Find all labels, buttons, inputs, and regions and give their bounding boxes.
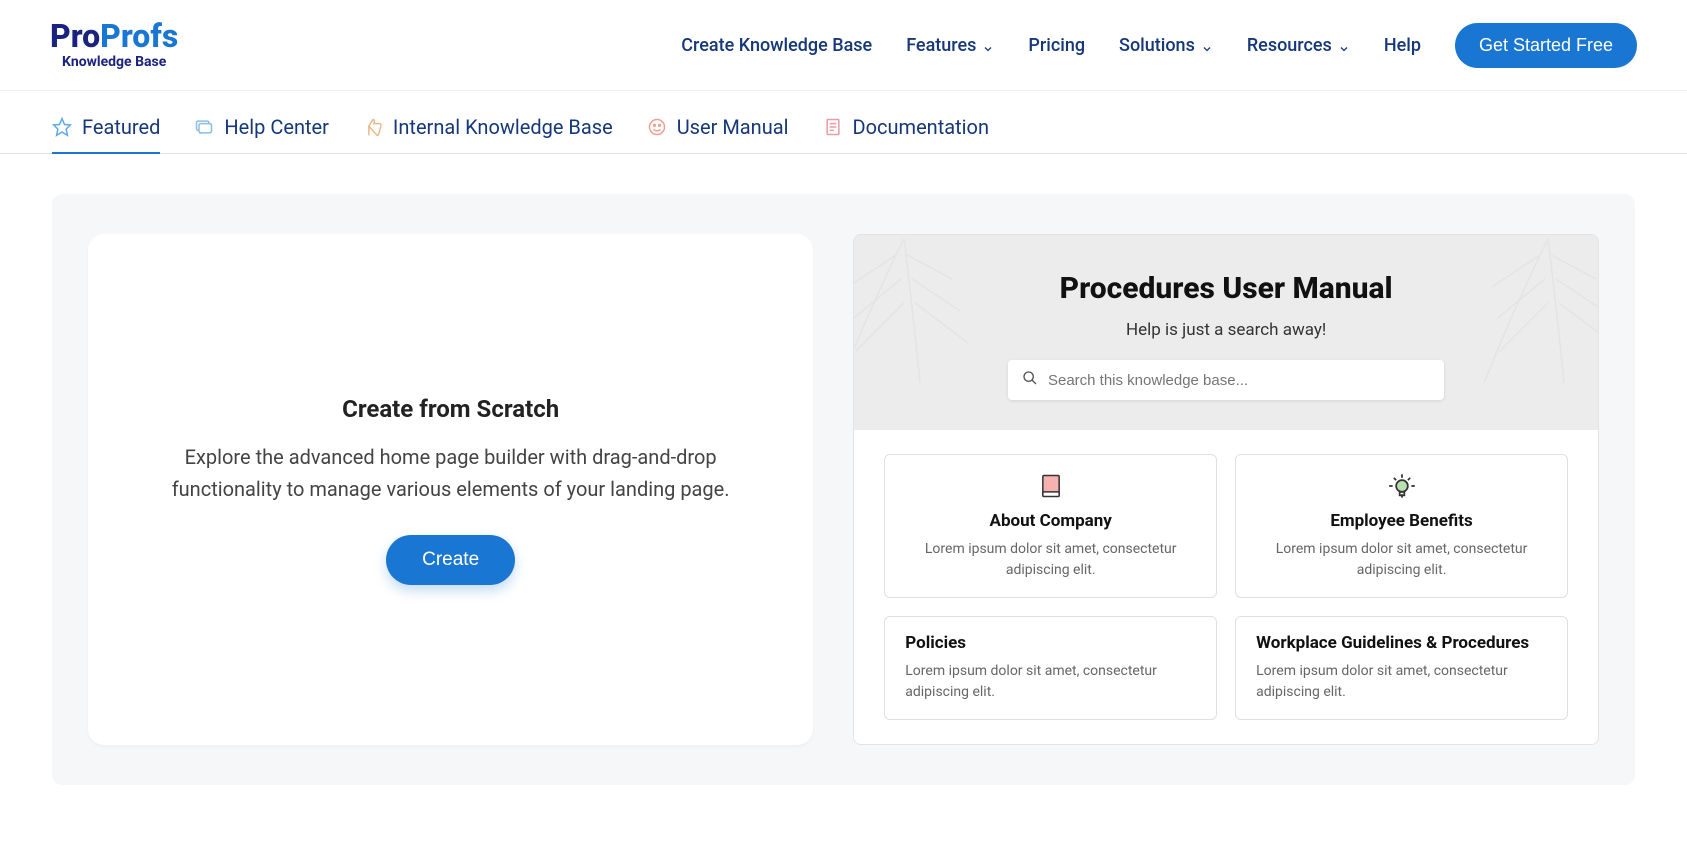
nav-create-kb[interactable]: Create Knowledge Base [681,35,872,56]
top-nav: ProProfs Knowledge Base Create Knowledge… [0,0,1687,91]
nav-resources[interactable]: Resources [1247,35,1350,56]
nav-features[interactable]: Features [906,35,994,56]
nav-features-label: Features [906,35,976,56]
star-icon [52,117,72,137]
tab-documentation[interactable]: Documentation [823,115,990,153]
tab-documentation-label: Documentation [853,115,990,139]
tab-featured-label: Featured [82,115,160,139]
nav-help[interactable]: Help [1384,35,1421,56]
nav-create-kb-label: Create Knowledge Base [681,35,872,56]
tab-user-manual-label: User Manual [677,115,789,139]
logo-part2: Profs [100,17,178,55]
preview-card-title: Employee Benefits [1256,511,1547,531]
smile-icon [647,117,667,137]
preview-subtitle: Help is just a search away! [874,320,1578,340]
chevron-down-icon [1201,39,1213,51]
template-tabs: Featured Help Center Internal Knowledge … [0,91,1687,154]
nav-solutions[interactable]: Solutions [1119,35,1213,56]
scratch-title: Create from Scratch [342,395,559,423]
nav-solutions-label: Solutions [1119,35,1195,56]
logo[interactable]: ProProfs Knowledge Base [50,20,178,70]
preview-card-title: About Company [905,511,1196,531]
preview-card-title: Policies [905,633,1196,653]
tab-featured[interactable]: Featured [52,115,160,153]
tab-internal-kb-label: Internal Knowledge Base [393,115,613,139]
preview-search-box[interactable] [1008,360,1444,400]
scratch-desc: Explore the advanced home page builder w… [151,441,751,505]
search-icon [1022,370,1038,390]
tab-help-center-label: Help Center [224,115,329,139]
panel: Create from Scratch Explore the advanced… [52,194,1635,785]
logo-part1: Pro [50,17,100,55]
chevron-down-icon [1338,39,1350,51]
preview-card-policies[interactable]: Policies Lorem ipsum dolor sit amet, con… [884,616,1217,720]
nav-pricing-label: Pricing [1028,35,1085,56]
logo-sub: Knowledge Base [62,54,166,70]
tab-internal-kb[interactable]: Internal Knowledge Base [363,115,613,153]
preview-header: Procedures User Manual Help is just a se… [854,235,1598,430]
content-wrap: Create from Scratch Explore the advanced… [0,154,1687,825]
preview-card-workplace-guidelines[interactable]: Workplace Guidelines & Procedures Lorem … [1235,616,1568,720]
nav-pricing[interactable]: Pricing [1028,35,1085,56]
tab-help-center[interactable]: Help Center [194,115,329,153]
nav-resources-label: Resources [1247,35,1332,56]
document-icon [823,117,843,137]
book-icon [1036,471,1066,501]
nav-links: Create Knowledge Base Features Pricing S… [681,23,1637,68]
create-button[interactable]: Create [386,535,515,585]
preview-card-title: Workplace Guidelines & Procedures [1256,633,1547,653]
chevron-down-icon [982,39,994,51]
preview-card-employee-benefits[interactable]: Employee Benefits Lorem ipsum dolor sit … [1235,454,1568,598]
nav-help-label: Help [1384,35,1421,56]
preview-card-desc: Lorem ipsum dolor sit amet, consectetur … [905,539,1196,581]
thumbs-up-icon [363,117,383,137]
preview-title: Procedures User Manual [874,271,1578,306]
preview-card-desc: Lorem ipsum dolor sit amet, consectetur … [905,661,1196,703]
get-started-button[interactable]: Get Started Free [1455,23,1637,68]
template-preview: Procedures User Manual Help is just a se… [853,234,1599,745]
chat-icon [194,117,214,137]
preview-card-desc: Lorem ipsum dolor sit amet, consectetur … [1256,661,1547,703]
preview-body: About Company Lorem ipsum dolor sit amet… [854,430,1598,744]
logo-main: ProProfs [50,20,178,52]
preview-card-desc: Lorem ipsum dolor sit amet, consectetur … [1256,539,1547,581]
create-from-scratch-card: Create from Scratch Explore the advanced… [88,234,813,745]
lightbulb-icon [1387,471,1417,501]
preview-search-input[interactable] [1048,372,1430,389]
tab-user-manual[interactable]: User Manual [647,115,789,153]
preview-card-about-company[interactable]: About Company Lorem ipsum dolor sit amet… [884,454,1217,598]
